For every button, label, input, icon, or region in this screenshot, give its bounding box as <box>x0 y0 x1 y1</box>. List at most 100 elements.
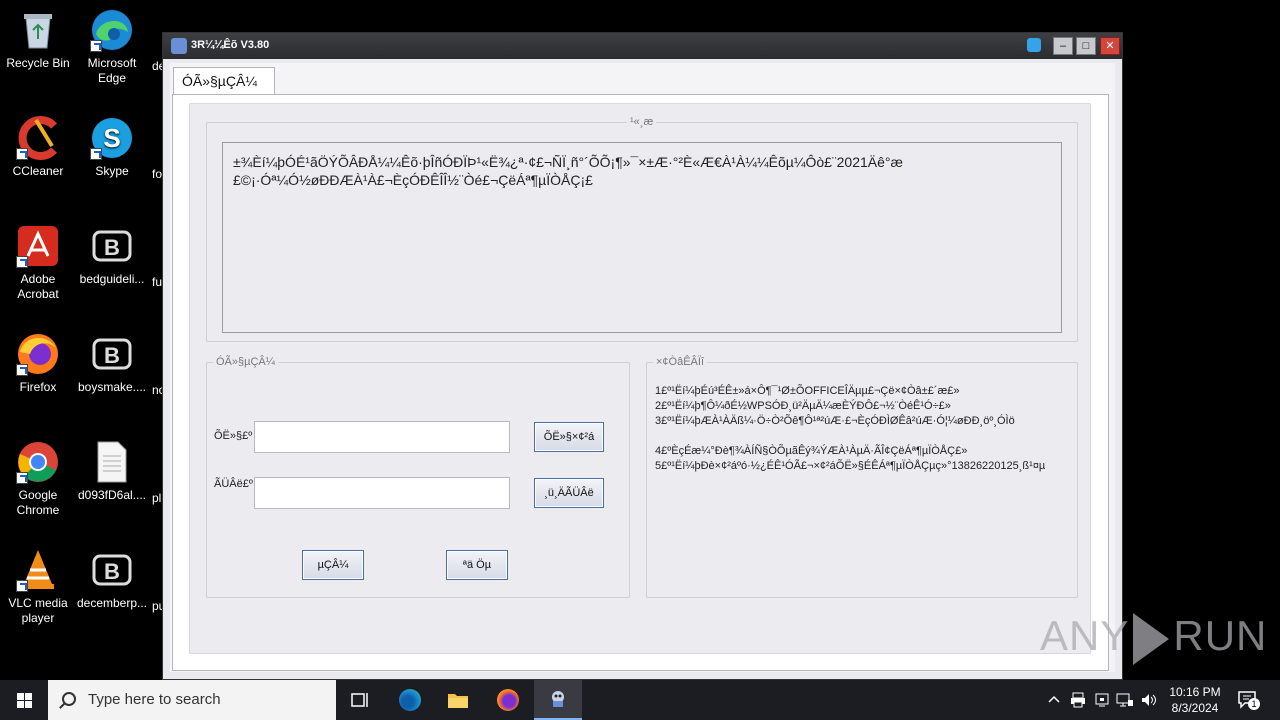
anyrun-watermark: ANY RUN <box>1040 612 1267 665</box>
document-icon <box>90 440 134 484</box>
search-icon <box>62 692 76 706</box>
play-icon <box>1133 612 1170 665</box>
desktop-icon-label: bedguideli... <box>79 272 145 286</box>
chrome-icon <box>16 440 60 484</box>
network-icon[interactable] <box>1116 692 1134 708</box>
task-view-button[interactable] <box>336 680 384 720</box>
system-tray <box>1046 680 1162 720</box>
search-placeholder: Type here to search <box>88 691 221 708</box>
note-item <box>655 429 1071 444</box>
desktop-icon-chrome[interactable]: Google Chrome <box>0 440 76 518</box>
username-label: ÕË»§£º <box>214 430 253 442</box>
desktop-icon-edge[interactable]: Microsoft Edge <box>74 8 150 86</box>
gem-icon[interactable] <box>1027 38 1041 52</box>
notes-legend: ×¢ÒâÊÂÏî <box>656 356 705 368</box>
svg-text:B: B <box>104 559 120 584</box>
register-account-button[interactable]: ÕË»§×¢²á <box>534 422 604 452</box>
note-item: 2£º¹Ëí¼þ¶Ô¼ðÉ½WPSÓÐ¸ü²ÄµÄ¼æÈÝÐÔ£¬½¨ÒéÊ¹Ó… <box>655 400 951 412</box>
desktop-icon-label: Recycle Bin <box>6 56 70 70</box>
partial-icon-label: fo <box>152 167 163 181</box>
note-item: 5£º¹Ëí¼þÐè×¢²áºó·½¿ÉÊ¹ÓÃ£¬×¢²áÕË»§ÉÊÁª¶µ… <box>655 460 1046 472</box>
taskbar-edge[interactable] <box>386 680 434 720</box>
close-button[interactable]: ✕ <box>1100 37 1120 55</box>
notes-list: 1£º¹Ëí¼þÉú³ÉÊ±»á×Ô¶¯¹Ø±ÕOFFICEÎÄµµ£¬Çë×¢… <box>655 384 1071 474</box>
note-item: 4£ºÈçÉæ¼°Ðè¶¾ÀÍÑ§ÒÕµãÊý¾ÝÆÀ¹ÀµÄ·ÃÎ¢ÇëÁª¶… <box>655 445 968 457</box>
device-icon[interactable] <box>1094 692 1110 708</box>
desktop-icon-boysmake[interactable]: B boysmake.... <box>74 332 150 395</box>
app-icon <box>552 691 564 707</box>
note-item: 3£º¹Ëí¼þÆÀ¹ÀÄß¼·Ö÷Ò²Õê¶Ô¹ª²úÆ·£¬ÈçÓÐÌØÊâ… <box>655 415 1015 427</box>
start-button[interactable] <box>0 680 48 720</box>
window-client: ÓÃ»§µÇÂ¼ ¹«¸æ ±¾Èí¼þÓÉ¹ãÖÝÕÂÐÅ¼¼Êõ·þÎñÓÐ… <box>170 63 1115 672</box>
taskbar-file-explorer[interactable] <box>434 680 482 720</box>
username-input[interactable] <box>254 421 510 453</box>
content-area: ¹«¸æ ±¾Èí¼þÓÉ¹ãÖÝÕÂÐÅ¼¼Êõ·þÎñÓÐÏÞ¹«Ë¾¿ª·… <box>189 103 1091 654</box>
tab-panel: ¹«¸æ ±¾Èí¼þÓÉ¹ãÖÝÕÂÐÅ¼¼Êõ·þÎñÓÐÏÞ¹«Ë¾¿ª·… <box>172 94 1109 671</box>
recycle-bin-icon <box>16 8 60 52</box>
desktop-icon-document[interactable]: d093fD6al.... <box>74 440 150 503</box>
watermark-text-right: RUN <box>1173 612 1268 659</box>
printer-icon[interactable] <box>1070 692 1086 708</box>
app-b-icon: B <box>90 332 134 376</box>
volume-icon[interactable] <box>1140 692 1158 708</box>
app-icon <box>171 38 187 54</box>
acrobat-icon <box>16 224 60 268</box>
tab-login[interactable]: ÓÃ»§µÇÂ¼ <box>173 67 275 95</box>
vlc-icon <box>16 548 60 592</box>
desktop-icon-label: decemberp... <box>76 596 148 610</box>
maximize-button[interactable]: □ <box>1076 37 1096 55</box>
firefox-icon <box>497 689 519 711</box>
desktop-icon-december[interactable]: B decemberp... <box>74 548 150 611</box>
desktop-icon-label: Skype <box>95 164 129 178</box>
edge-icon <box>90 8 134 52</box>
desktop-icon-label: VLC media player <box>8 596 68 625</box>
app-b-icon: B <box>90 224 134 268</box>
login-button[interactable]: µÇÂ¼ <box>302 550 364 580</box>
exit-button[interactable]: ªä Öµ <box>446 550 508 580</box>
svg-text:S: S <box>103 123 120 153</box>
desktop-icon-acrobat[interactable]: Adobe Acrobat <box>0 224 76 302</box>
clock-date: 8/3/2024 <box>1171 701 1219 715</box>
svg-text:B: B <box>104 235 120 260</box>
clock-time: 10:16 PM <box>1169 685 1221 699</box>
notification-badge: 1 <box>1248 698 1260 710</box>
edge-icon <box>399 689 421 711</box>
desktop-icon-recycle-bin[interactable]: Recycle Bin <box>0 8 76 71</box>
password-input[interactable] <box>254 477 510 509</box>
desktop-icon-vlc[interactable]: VLC media player <box>0 548 76 626</box>
change-password-button[interactable]: ¸ü¸ÄÃÜÂë <box>534 478 604 508</box>
taskbar: Type here to search 10:16 PM 8/3/2024 1 <box>0 680 1280 720</box>
desktop-icon-bedguide[interactable]: B bedguideli... <box>74 224 150 287</box>
windows-icon <box>17 693 32 708</box>
taskbar-search[interactable]: Type here to search <box>48 680 336 720</box>
window-titlebar[interactable]: 3R¼¼Êõ V3.80 – □ ✕ <box>163 33 1122 59</box>
skype-icon: S <box>90 116 134 160</box>
login-legend: ÓÃ»§µÇÂ¼ <box>216 356 275 368</box>
taskbar-clock[interactable]: 10:16 PM 8/3/2024 <box>1166 684 1224 716</box>
taskbar-firefox[interactable] <box>484 680 532 720</box>
desktop-icon-label: Firefox <box>19 380 57 394</box>
note-item: 1£º¹Ëí¼þÉú³ÉÊ±»á×Ô¶¯¹Ø±ÕOFFICEÎÄµµ£¬Çë×¢… <box>655 385 960 397</box>
desktop-icon-label: Microsoft Edge <box>87 56 137 85</box>
desktop-icon-ccleaner[interactable]: CCleaner <box>0 116 76 179</box>
minimize-button[interactable]: – <box>1053 37 1073 55</box>
watermark-text-left: ANY <box>1040 612 1130 659</box>
task-view-icon <box>351 693 368 707</box>
firefox-icon <box>16 332 60 376</box>
notes-group: ×¢ÒâÊÂÏî 1£º¹Ëí¼þÉú³ÉÊ±»á×Ô¶¯¹Ø±ÕOFFICEÎ… <box>646 356 1078 598</box>
chevron-up-icon[interactable] <box>1048 694 1060 704</box>
taskbar-app-active[interactable] <box>534 680 582 720</box>
info-textbox[interactable]: ±¾Èí¼þÓÉ¹ãÖÝÕÂÐÅ¼¼Êõ·þÎñÓÐÏÞ¹«Ë¾¿ª·¢£¬ÑÏ… <box>222 142 1062 333</box>
partial-icon-label: fu <box>152 275 163 289</box>
desktop-icon-label: boysmake.... <box>77 380 147 394</box>
desktop-icon-label: Google Chrome <box>16 488 60 517</box>
ccleaner-icon <box>16 116 60 160</box>
app-b-icon: B <box>90 548 134 592</box>
folder-icon <box>448 694 468 708</box>
notification-center-button[interactable]: 1 <box>1236 688 1260 712</box>
desktop-icon-skype[interactable]: S Skype <box>74 116 150 179</box>
desktop-icon-label: CCleaner <box>12 164 64 178</box>
desktop-icon-label: Adobe Acrobat <box>17 272 59 301</box>
password-label: ÃÜÂë£º <box>214 478 253 490</box>
desktop-icon-firefox[interactable]: Firefox <box>0 332 76 395</box>
